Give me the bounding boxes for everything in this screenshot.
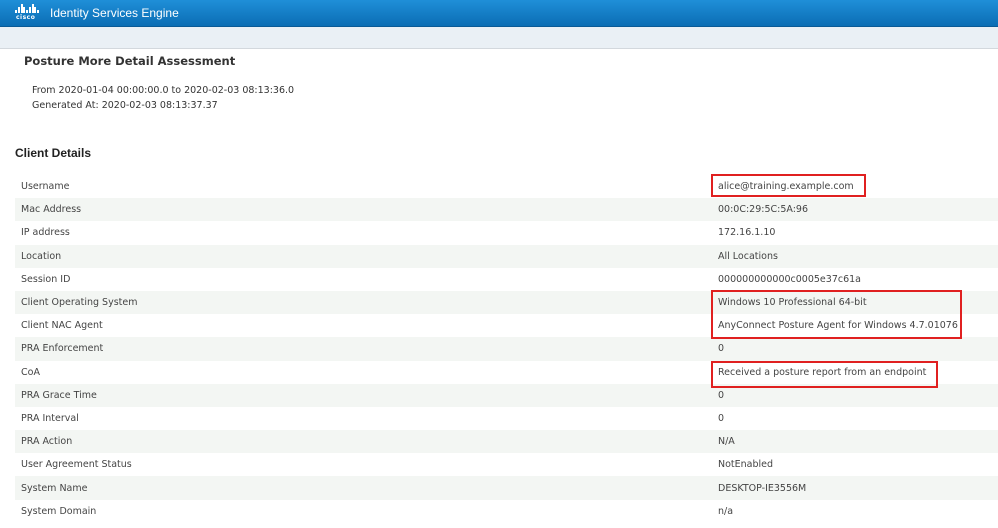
app-title: Identity Services Engine (50, 6, 179, 20)
toolbar (0, 27, 998, 49)
row-location: Location All Locations (15, 244, 998, 268)
report-title: Posture More Detail Assessment (24, 54, 236, 68)
app-header: cisco Identity Services Engine (0, 0, 998, 27)
row-value: All Locations (718, 250, 778, 262)
row-value: NotEnabled (718, 459, 774, 471)
row-label: IP address (21, 227, 70, 239)
client-details-table: Username alice@training.example.com Mac … (15, 175, 998, 523)
row-label: PRA Grace Time (21, 389, 97, 401)
row-label: CoA (21, 366, 40, 378)
row-value: 0 (718, 389, 725, 401)
client-details-title: Client Details (15, 146, 92, 160)
row-value: 00:0C:29:5C:5A:96 (718, 204, 808, 216)
row-label: System Domain (21, 505, 97, 517)
row-label: PRA Action (21, 436, 73, 448)
row-value: N/A (718, 436, 735, 448)
row-label: Session ID (21, 273, 71, 285)
coa-highlight-box (711, 361, 938, 388)
row-value: n/a (718, 505, 734, 517)
row-label: User Agreement Status (21, 459, 132, 471)
row-label: PRA Enforcement (21, 343, 104, 355)
row-value: DESKTOP-IE3556M (718, 482, 807, 494)
row-system-name: System Name DESKTOP-IE3556M (15, 476, 998, 500)
row-session-id: Session ID 000000000000c0005e37c61a (15, 268, 998, 291)
row-ip-address: IP address 172.16.1.10 (15, 221, 998, 244)
row-label: Mac Address (21, 204, 82, 216)
row-label: Client Operating System (21, 297, 138, 309)
row-label: System Name (21, 482, 88, 494)
report-generated-at: Generated At: 2020-02-03 08:13:37.37 (32, 100, 218, 111)
row-label: PRA Interval (21, 412, 79, 424)
username-highlight-box (711, 174, 866, 197)
row-label: Client NAC Agent (21, 320, 103, 332)
cisco-logo: cisco (15, 3, 39, 23)
row-pra-interval: PRA Interval 0 (15, 407, 998, 430)
row-value: 0 (718, 343, 725, 355)
row-label: Location (21, 250, 62, 262)
row-value: 0 (718, 412, 725, 424)
row-mac-address: Mac Address 00:0C:29:5C:5A:96 (15, 198, 998, 222)
row-value: 000000000000c0005e37c61a (718, 273, 861, 285)
row-user-agreement-status: User Agreement Status NotEnabled (15, 453, 998, 476)
os-agent-highlight-box (711, 290, 962, 339)
row-pra-action: PRA Action N/A (15, 430, 998, 454)
report-date-range: From 2020-01-04 00:00:00.0 to 2020-02-03… (32, 85, 295, 96)
row-pra-enforcement: PRA Enforcement 0 (15, 337, 998, 361)
row-system-domain: System Domain n/a (15, 500, 998, 523)
row-label: Username (21, 181, 70, 193)
row-value: 172.16.1.10 (718, 227, 776, 239)
